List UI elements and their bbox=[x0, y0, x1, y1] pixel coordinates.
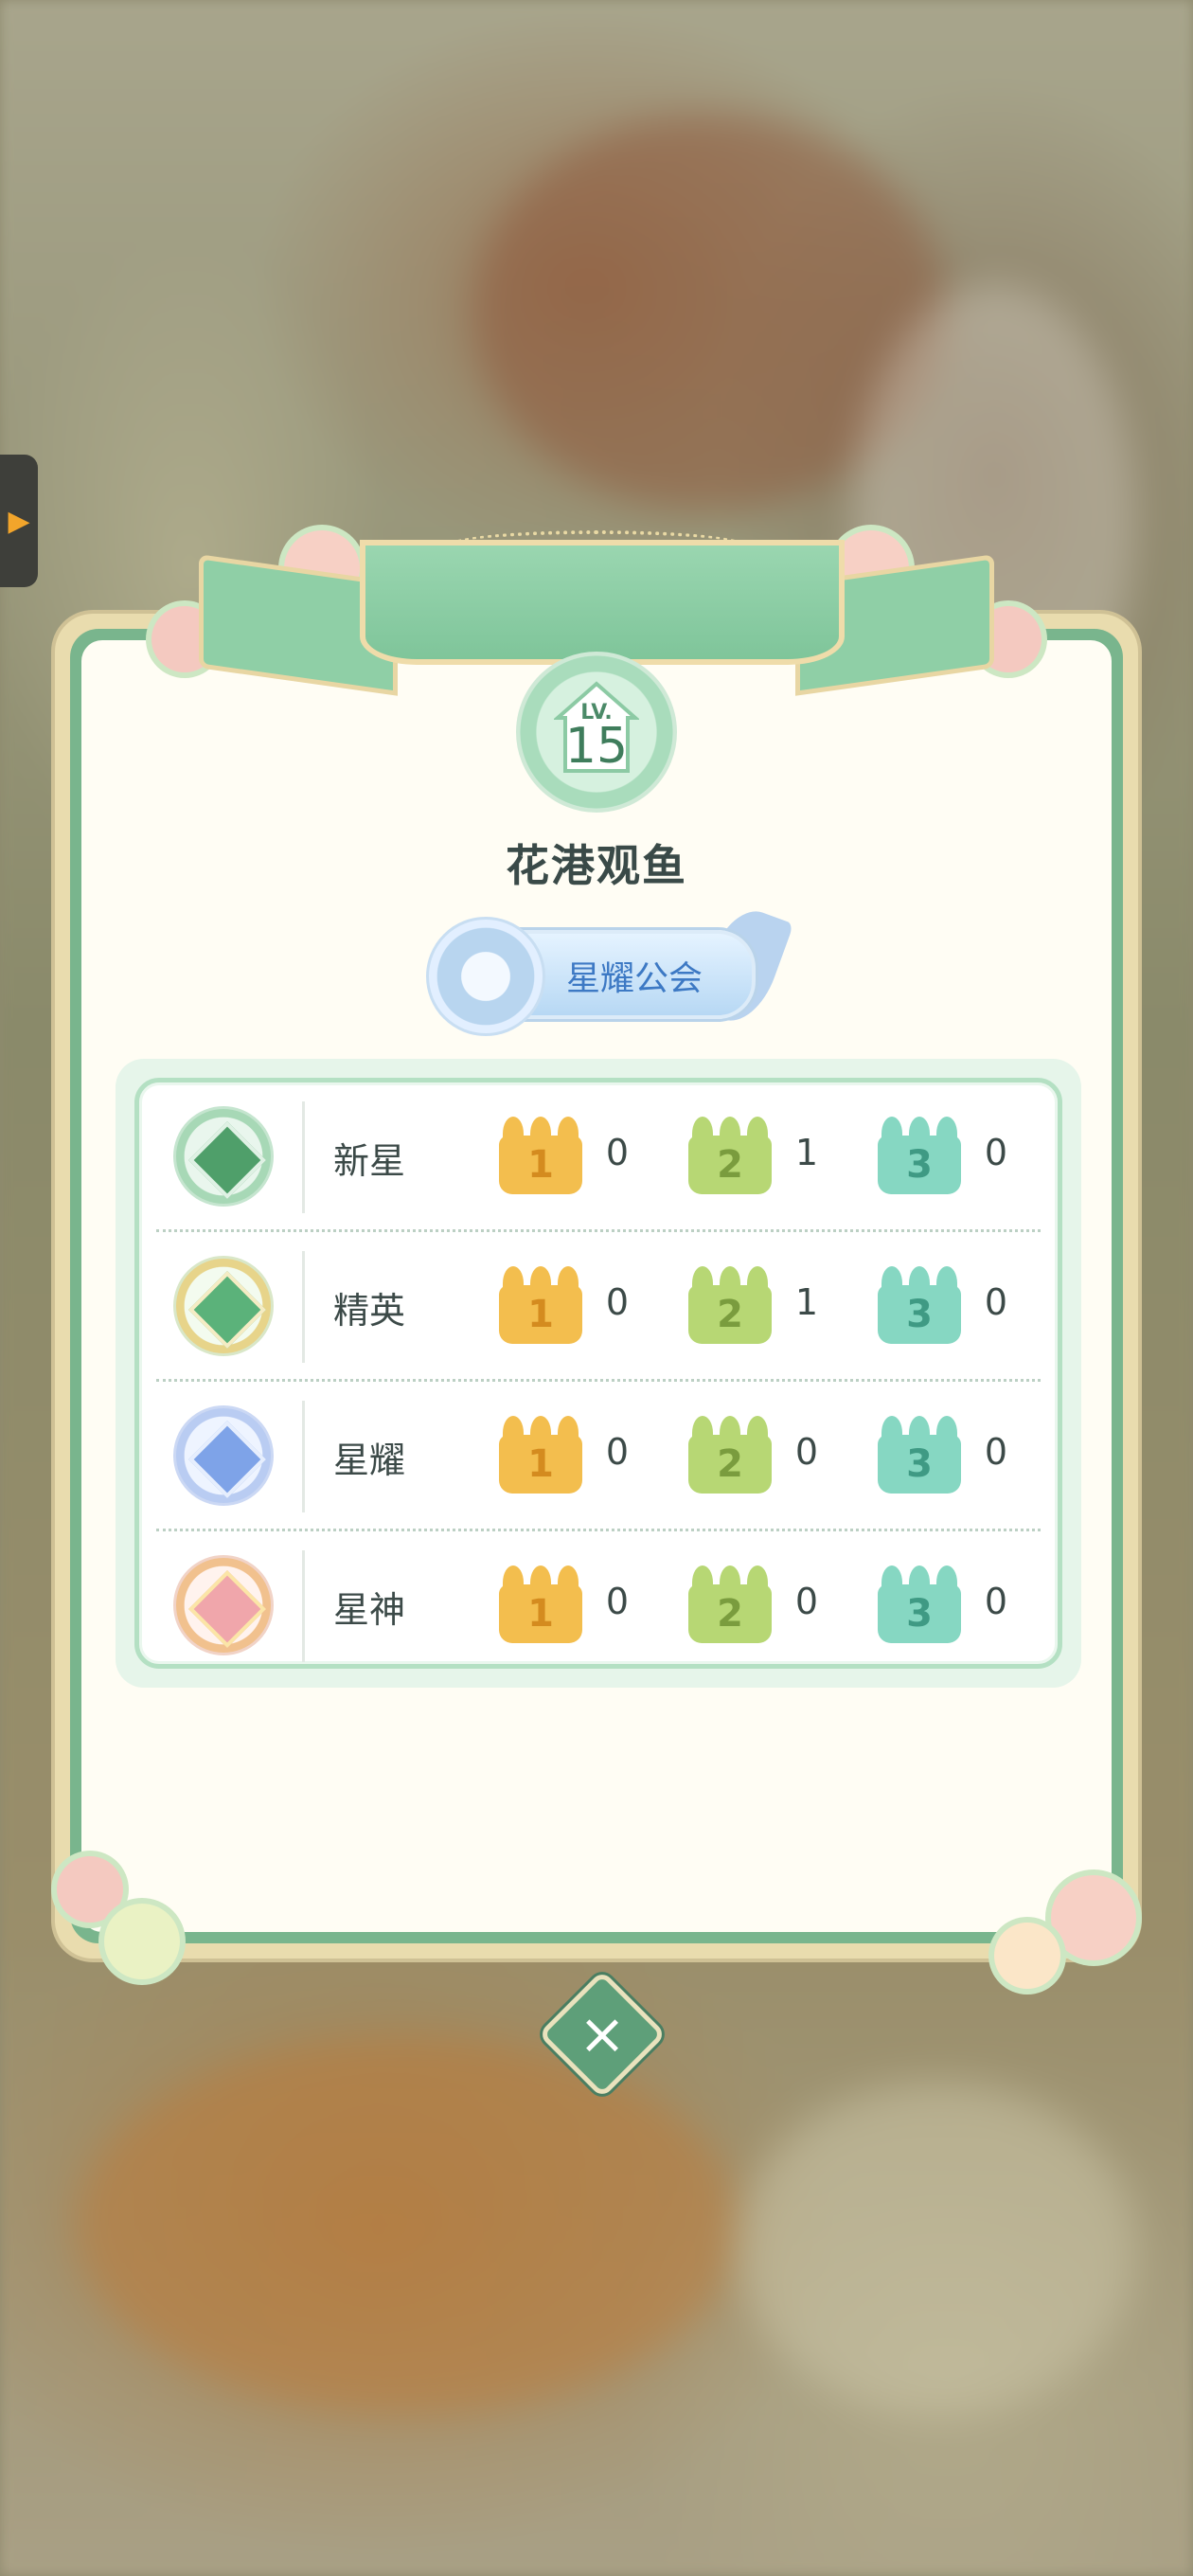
rank-name: 星耀 bbox=[333, 1440, 406, 1481]
location-title: 花港观鱼 bbox=[506, 840, 687, 891]
level-value: 15 bbox=[564, 718, 629, 775]
guild-name: 星耀公会 bbox=[565, 959, 703, 998]
chevron-right-icon: ▶ bbox=[8, 504, 30, 538]
flower-decoration-icon bbox=[994, 1923, 1060, 1989]
gold-crown-icon: 1 bbox=[499, 1266, 582, 1344]
level-badge: LV. 15 bbox=[516, 652, 677, 813]
flower-decoration-icon bbox=[104, 1904, 180, 1979]
green-crown-icon: 2 bbox=[688, 1266, 772, 1344]
gold-crown-count: 0 bbox=[605, 1281, 630, 1323]
gold-crown-count: 0 bbox=[605, 1132, 630, 1173]
green-star-gem-icon bbox=[173, 1106, 274, 1207]
guild-badge: 星耀公会 bbox=[426, 901, 794, 1036]
gold-crown-icon: 1 bbox=[499, 1565, 582, 1643]
gold-crown-icon: 1 bbox=[499, 1117, 582, 1194]
green-crown-count: 0 bbox=[794, 1431, 819, 1473]
rank-table-container: 新星 1 0 2 1 3 0 精英 1 0 2 1 3 0 星耀 1 0 2 0… bbox=[116, 1059, 1081, 1688]
rank-table: 新星 1 0 2 1 3 0 精英 1 0 2 1 3 0 星耀 1 0 2 0… bbox=[134, 1078, 1062, 1669]
pink-gold-star-gem-icon bbox=[173, 1555, 274, 1655]
green-crown-icon: 2 bbox=[688, 1416, 772, 1494]
side-drawer-handle[interactable]: ▶ bbox=[0, 455, 38, 587]
rank-row: 星耀 1 0 2 0 3 0 bbox=[139, 1382, 1058, 1531]
teal-crown-icon: 3 bbox=[878, 1266, 961, 1344]
gold-green-star-gem-icon bbox=[173, 1256, 274, 1356]
close-icon[interactable]: × bbox=[557, 1989, 648, 2080]
green-crown-count: 1 bbox=[794, 1132, 819, 1173]
flower-decoration-icon bbox=[57, 1856, 123, 1923]
green-crown-count: 1 bbox=[794, 1281, 819, 1323]
rank-name: 星神 bbox=[333, 1589, 406, 1631]
teal-crown-icon: 3 bbox=[878, 1117, 961, 1194]
teal-crown-count: 0 bbox=[984, 1281, 1008, 1323]
teal-crown-count: 0 bbox=[984, 1581, 1008, 1622]
teal-crown-count: 0 bbox=[984, 1431, 1008, 1473]
compass-icon bbox=[426, 917, 545, 1036]
rank-row: 星神 1 0 2 0 3 0 bbox=[139, 1531, 1058, 1681]
teal-crown-icon: 3 bbox=[878, 1565, 961, 1643]
teal-crown-icon: 3 bbox=[878, 1416, 961, 1494]
rank-row: 新星 1 0 2 1 3 0 bbox=[139, 1082, 1058, 1232]
green-crown-count: 0 bbox=[794, 1581, 819, 1622]
gold-crown-icon: 1 bbox=[499, 1416, 582, 1494]
rank-name: 新星 bbox=[333, 1140, 406, 1182]
rank-row: 精英 1 0 2 1 3 0 bbox=[139, 1232, 1058, 1382]
green-crown-icon: 2 bbox=[688, 1117, 772, 1194]
teal-crown-count: 0 bbox=[984, 1132, 1008, 1173]
gold-crown-count: 0 bbox=[605, 1581, 630, 1622]
blue-star-gem-icon bbox=[173, 1405, 274, 1506]
flower-decoration-icon bbox=[1051, 1875, 1136, 1960]
gold-crown-count: 0 bbox=[605, 1431, 630, 1473]
rank-name: 精英 bbox=[333, 1290, 406, 1332]
green-crown-icon: 2 bbox=[688, 1565, 772, 1643]
